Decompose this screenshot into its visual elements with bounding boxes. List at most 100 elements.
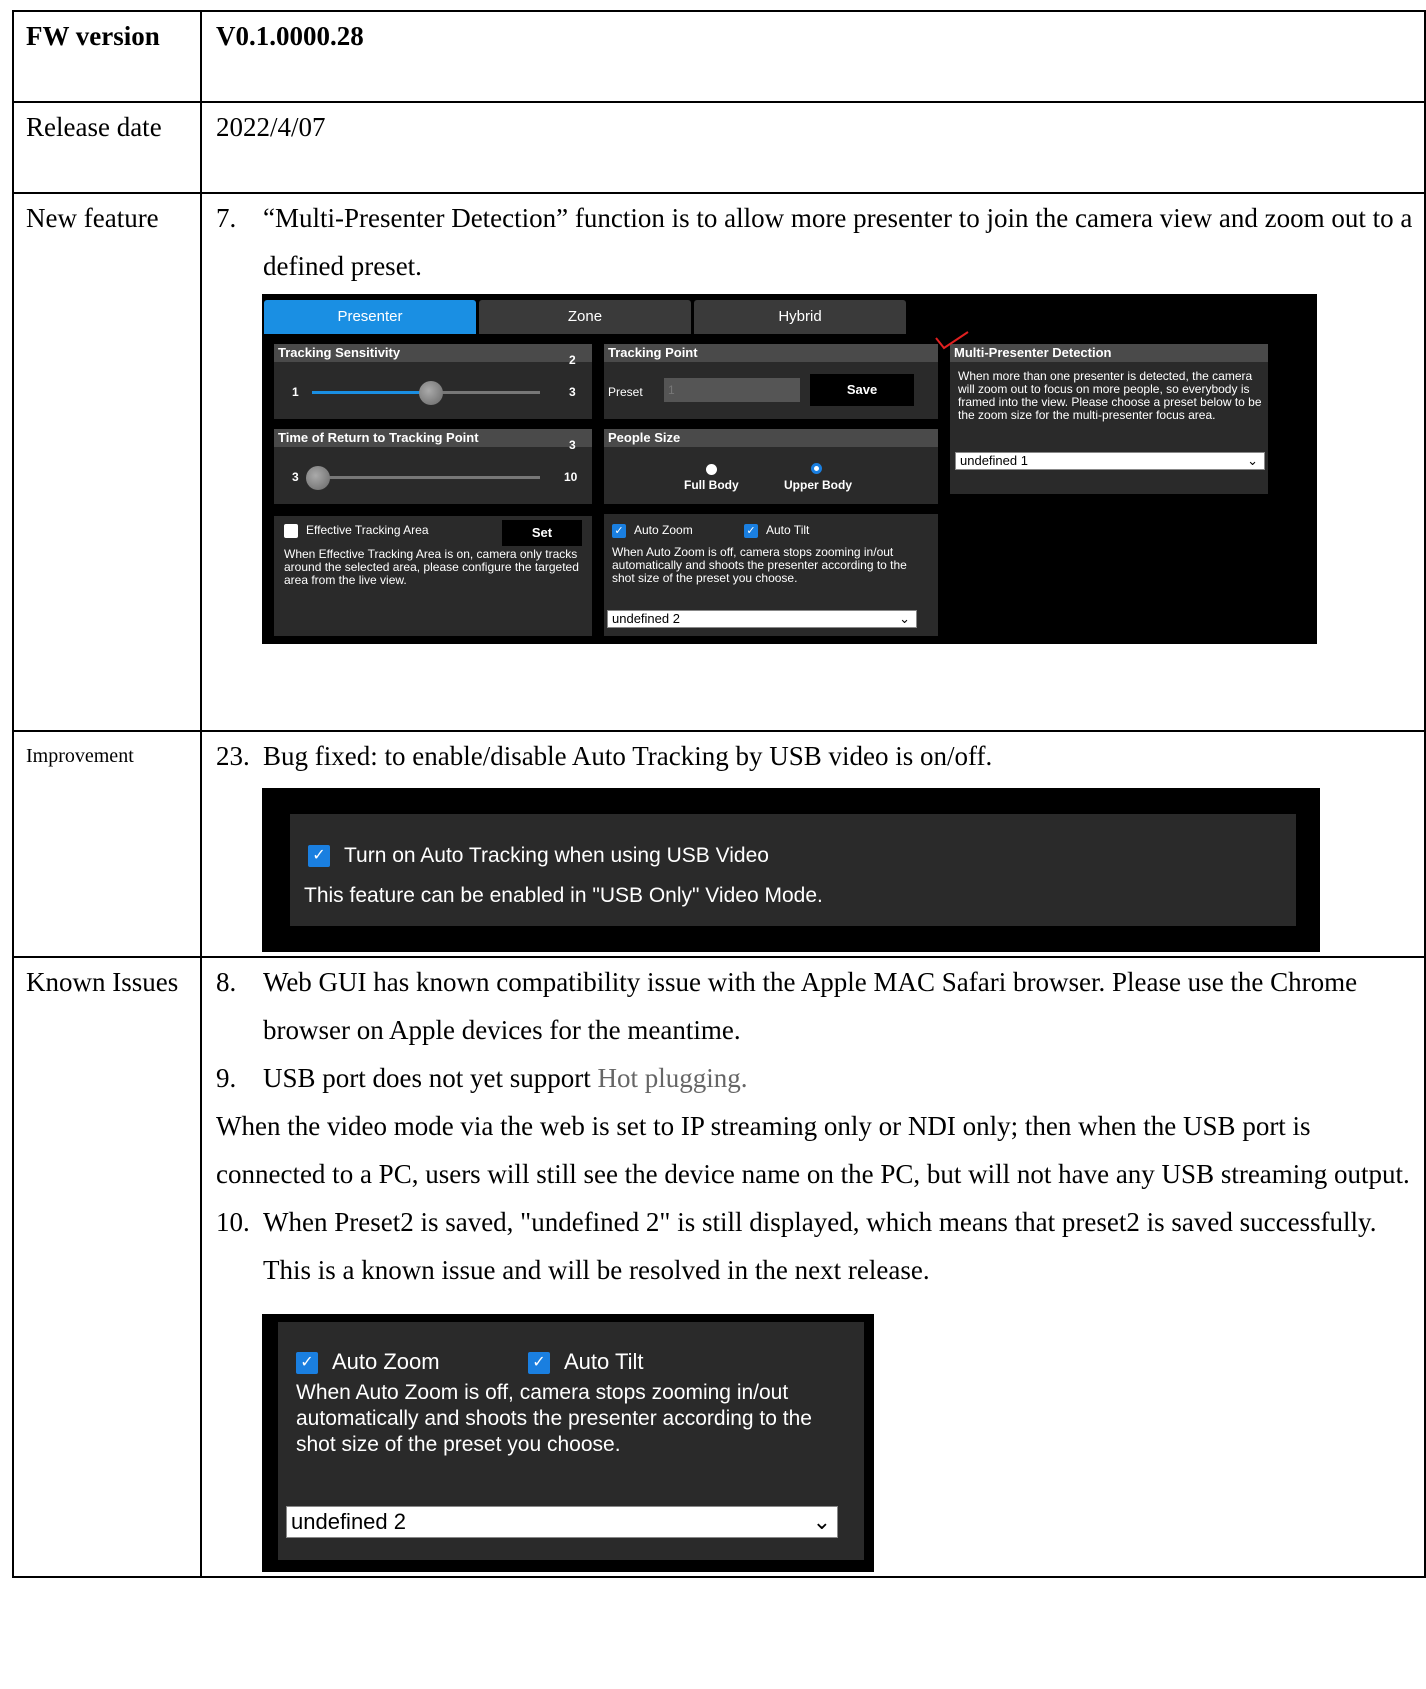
release-date-row: Release date 2022/4/07 [12, 101, 1426, 194]
select-value: undefined 2 [291, 1509, 406, 1534]
auto-zoom-desc: When Auto Zoom is off, camera stops zoom… [612, 545, 907, 585]
people-size-panel: People Size Full Body Upper Body [604, 429, 938, 504]
known-issues-label: Known Issues [12, 956, 202, 1578]
time-return-panel: Time of Return to Tracking Point 3 3 10 [274, 429, 592, 504]
item-number: 10. [216, 1207, 250, 1237]
tab-presenter[interactable]: Presenter [264, 300, 476, 334]
check-icon[interactable]: ✓ [528, 1352, 550, 1375]
auto-zoom-panel-large: ✓ Auto Zoom ✓ Auto Tilt When Auto Zoom is … [278, 1322, 864, 1560]
panel-title: People Size [604, 429, 938, 447]
release-date-label: Release date [12, 101, 202, 194]
multi-presenter-desc: When more than one presenter is detected… [958, 369, 1262, 422]
multi-presenter-panel: Multi-Presenter Detection When more than… [950, 344, 1268, 494]
panel-title: Time of Return to Tracking Point [274, 429, 592, 447]
item-number: 23. [216, 741, 250, 771]
check-mark-icon [935, 331, 969, 350]
auto-tilt-label: Auto Tilt [564, 1349, 644, 1374]
item-number: 8. [216, 967, 237, 997]
check-icon[interactable]: ✓ [308, 845, 330, 868]
chevron-down-icon: ⌄ [1247, 453, 1258, 468]
check-icon[interactable]: ✓ [744, 524, 758, 538]
multi-preset-select[interactable]: undefined 1 ⌄ [955, 452, 1265, 470]
item-number: 9. [216, 1063, 237, 1093]
full-body-label: Full Body [684, 478, 739, 492]
item-text: Web GUI has known compatibility issue wi… [263, 967, 1358, 1045]
preset-label: Preset [608, 385, 643, 399]
release-notes-page: FW version V0.1.0000.28 Release date 202… [12, 10, 1426, 1689]
slider-knob[interactable] [306, 466, 330, 490]
usb-tracking-screenshot: ✓ Turn on Auto Tracking when using USB Vi… [262, 788, 1320, 952]
check-icon[interactable]: ✓ [296, 1352, 318, 1375]
item-number: 7. [216, 203, 237, 233]
tab-hybrid[interactable]: Hybrid [694, 300, 906, 334]
usb-tracking-desc: This feature can be enabled in "USB Only… [304, 884, 823, 907]
checkbox-icon[interactable] [284, 524, 298, 538]
new-feature-content: 7. “Multi-Presenter Detection” function i… [200, 192, 1426, 732]
tracking-point-panel: Tracking Point Preset 1 Save [604, 344, 938, 419]
slider-min: 1 [292, 385, 299, 399]
tracking-sensitivity-panel: Tracking Sensitivity 2 1 3 [274, 344, 592, 419]
usb-tracking-label: Turn on Auto Tracking when using USB Vid… [344, 844, 769, 867]
auto-tilt-row: ✓ Auto Tilt [528, 1338, 643, 1386]
improvement-item-23: 23. Bug fixed: to enable/disable Auto Tra… [216, 732, 1424, 780]
set-button[interactable]: Set [502, 520, 582, 546]
effective-tracking-panel: Effective Tracking Area Set When Effecti… [274, 516, 592, 636]
panel-title: Multi-Presenter Detection [950, 344, 1268, 362]
item-text: “Multi-Presenter Detection” function is … [263, 203, 1413, 281]
usb-tracking-panel: ✓ Turn on Auto Tracking when using USB Vi… [290, 814, 1296, 926]
auto-tilt-label: Auto Tilt [766, 523, 810, 538]
effective-tracking-row: Effective Tracking Area [284, 524, 429, 538]
presenter-settings-screenshot: Presenter Zone Hybrid Tracking Sensitivi… [262, 294, 1317, 644]
slider-fill [312, 391, 430, 394]
item-text: When Preset2 is saved, "undefined 2" is … [263, 1207, 1377, 1285]
effective-tracking-label: Effective Tracking Area [306, 523, 429, 538]
feature-item-7: 7. “Multi-Presenter Detection” function i… [216, 194, 1424, 290]
fw-version-value: V0.1.0000.28 [200, 10, 1426, 103]
improvement-label: Improvement [12, 730, 202, 958]
release-date-value: 2022/4/07 [200, 101, 1426, 194]
issue-item-9: 9. USB port does not yet support Hot plug… [216, 1054, 1424, 1102]
fw-version-row: FW version V0.1.0000.28 [12, 10, 1426, 103]
auto-zoom-label: Auto Zoom [332, 1349, 440, 1374]
auto-zoom-desc: When Auto Zoom is off, camera stops zoom… [296, 1381, 812, 1456]
auto-tilt-row: ✓ Auto Tilt [744, 524, 809, 538]
improvement-content: 23. Bug fixed: to enable/disable Auto Tra… [200, 730, 1426, 958]
tab-zone[interactable]: Zone [479, 300, 691, 334]
issue-item-8: 8. Web GUI has known compatibility issue … [216, 958, 1424, 1054]
issue-paragraph: When the video mode via the web is set t… [216, 1111, 1410, 1189]
new-feature-label: New feature [12, 192, 202, 732]
radio-full-body[interactable] [706, 464, 717, 475]
preset-input[interactable]: 1 [664, 378, 800, 402]
known-issues-row: Known Issues 8. Web GUI has known compati… [12, 956, 1426, 1578]
effective-tracking-desc: When Effective Tracking Area is on, came… [284, 547, 579, 587]
hot-plugging-text: Hot plugging. [597, 1063, 748, 1093]
auto-zoom-screenshot: ✓ Auto Zoom ✓ Auto Tilt When Auto Zoom is … [262, 1314, 874, 1572]
upper-body-label: Upper Body [784, 478, 853, 492]
item-text: USB port does not yet support [263, 1063, 598, 1093]
radio-upper-body[interactable] [811, 463, 822, 474]
panel-title: Tracking Point [604, 344, 938, 362]
save-button[interactable]: Save [810, 374, 914, 406]
preset-select[interactable]: undefined 2 ⌄ [607, 610, 917, 628]
chevron-down-icon: ⌄ [899, 611, 910, 626]
select-value: undefined 2 [612, 611, 680, 626]
release-notes-table: FW version V0.1.0000.28 Release date 202… [12, 10, 1426, 1578]
auto-zoom-label: Auto Zoom [634, 523, 693, 538]
slider-track[interactable] [312, 476, 540, 479]
slider-max: 3 [569, 385, 576, 399]
known-issues-content: 8. Web GUI has known compatibility issue … [200, 956, 1426, 1578]
preset-select[interactable]: undefined 2 ⌄ [286, 1506, 838, 1538]
slider-value: 3 [569, 438, 576, 452]
new-feature-row: New feature 7. “Multi-Presenter Detection… [12, 192, 1426, 732]
slider-min: 3 [292, 470, 299, 484]
item-text: Bug fixed: to enable/disable Auto Tracki… [263, 741, 993, 771]
improvement-row: Improvement 23. Bug fixed: to enable/disa… [12, 730, 1426, 958]
issue-item-10: 10. When Preset2 is saved, "undefined 2" … [216, 1198, 1424, 1294]
slider-knob[interactable] [419, 381, 443, 405]
auto-zoom-row: ✓ Auto Zoom [296, 1338, 440, 1386]
auto-zoom-panel: ✓ Auto Zoom ✓ Auto Tilt When Auto Zoom is … [604, 514, 938, 636]
select-value: undefined 1 [960, 453, 1028, 468]
fw-version-label: FW version [12, 10, 202, 103]
check-icon[interactable]: ✓ [612, 524, 626, 538]
auto-zoom-row: ✓ Auto Zoom [612, 524, 693, 538]
